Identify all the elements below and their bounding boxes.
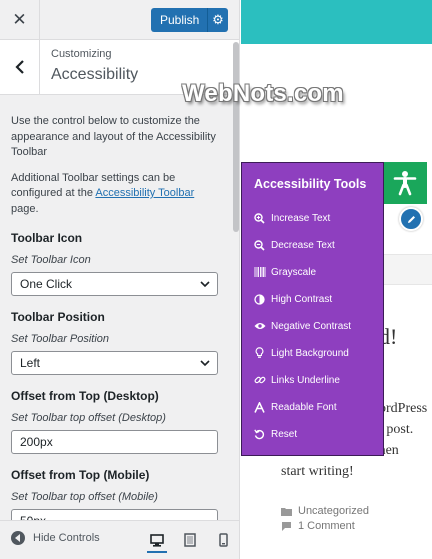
- tool-negative-contrast[interactable]: Negative Contrast: [253, 320, 351, 332]
- toolbar-icon-value: One Click: [20, 277, 73, 291]
- accessibility-tools-panel: Accessibility Tools Increase Text Decrea…: [241, 162, 384, 456]
- zoom-out-icon: [253, 239, 266, 251]
- breadcrumb: Customizing: [51, 48, 112, 60]
- sidebar-scrollbar[interactable]: [231, 40, 239, 518]
- offset-mobile-title: Offset from Top (Mobile): [11, 468, 150, 482]
- pencil-icon: [407, 215, 415, 223]
- controls-panel: Use the control below to customize the a…: [11, 114, 223, 533]
- accessibility-tools-title: Accessibility Tools: [254, 177, 367, 191]
- zoom-in-icon: [253, 212, 266, 224]
- link-icon: [253, 374, 266, 386]
- note-suffix: page.: [11, 202, 39, 215]
- panel-description: Use the control below to customize the a…: [11, 115, 216, 158]
- chevron-down-icon: [200, 281, 210, 288]
- reset-icon: [253, 428, 266, 440]
- comment-icon: [282, 522, 291, 531]
- tablet-preview-button[interactable]: [180, 530, 200, 550]
- post-body-line: start writing!: [281, 464, 354, 479]
- toolbar-icon-subtitle: Set Toolbar Icon: [11, 254, 91, 266]
- webnots-watermark: WebNots.com: [182, 80, 344, 107]
- accessibility-person-icon: [393, 171, 417, 196]
- accessibility-toggle-button[interactable]: [383, 162, 427, 204]
- publish-button[interactable]: Publish ⚙: [151, 8, 228, 32]
- post-comments-label: 1 Comment: [298, 520, 355, 532]
- barcode-icon: [253, 266, 266, 278]
- tool-label: Decrease Text: [271, 239, 335, 251]
- tool-label: Light Background: [271, 347, 349, 359]
- edit-shortcut-button[interactable]: [399, 207, 423, 231]
- tool-light-background[interactable]: Light Background: [253, 347, 349, 359]
- toolbar-icon-title: Toolbar Icon: [11, 231, 83, 245]
- mobile-preview-button[interactable]: [213, 530, 233, 550]
- tool-readable-font[interactable]: Readable Font: [253, 401, 337, 413]
- close-button[interactable]: ✕: [0, 0, 40, 40]
- hide-controls-button[interactable]: Hide Controls: [11, 531, 100, 545]
- chevron-down-icon: [200, 360, 210, 367]
- tool-grayscale[interactable]: Grayscale: [253, 266, 316, 278]
- offset-desktop-input[interactable]: 200px: [11, 430, 218, 454]
- toolbar-position-select[interactable]: Left: [11, 351, 218, 375]
- post-body-line: t post.: [379, 422, 414, 437]
- tool-high-contrast[interactable]: High Contrast: [253, 293, 332, 305]
- offset-desktop-subtitle: Set Toolbar top offset (Desktop): [11, 412, 166, 424]
- tool-label: Reset: [271, 428, 298, 440]
- close-icon: ✕: [12, 10, 27, 29]
- hide-controls-label: Hide Controls: [33, 532, 100, 544]
- post-category-label: Uncategorized: [298, 505, 369, 517]
- scroll-thumb[interactable]: [233, 42, 239, 232]
- tool-label: Grayscale: [271, 266, 317, 278]
- section-title: Accessibility: [51, 66, 139, 83]
- panel-settings-note: Additional Toolbar settings can be confi…: [11, 171, 223, 218]
- post-category[interactable]: Uncategorized: [281, 505, 369, 517]
- lightbulb-icon: [253, 347, 266, 359]
- customizer-header: ✕ Publish ⚙: [0, 0, 239, 40]
- mobile-icon: [218, 533, 228, 547]
- chevron-left-icon: [14, 60, 24, 74]
- toolbar-position-value: Left: [20, 356, 41, 370]
- tool-label: Readable Font: [271, 401, 337, 413]
- accessibility-toolbar-link[interactable]: Accessibility Toolbar: [95, 187, 194, 199]
- post-comments[interactable]: 1 Comment: [281, 520, 355, 532]
- tool-links-underline[interactable]: Links Underline: [253, 374, 340, 386]
- collapse-arrow-icon: [11, 531, 25, 545]
- tool-label: Links Underline: [271, 374, 340, 386]
- desktop-icon: [150, 533, 164, 547]
- toolbar-icon-select[interactable]: One Click: [11, 272, 218, 296]
- gear-icon[interactable]: ⚙: [208, 12, 228, 28]
- toolbar-position-title: Toolbar Position: [11, 310, 105, 324]
- post-body-line: ordPress: [379, 401, 428, 416]
- publish-label: Publish: [160, 13, 200, 27]
- tablet-icon: [184, 533, 196, 547]
- tool-reset[interactable]: Reset: [253, 428, 297, 440]
- folder-icon: [281, 507, 292, 516]
- back-button[interactable]: [0, 40, 40, 94]
- tool-label: High Contrast: [271, 293, 333, 305]
- tool-label: Increase Text: [271, 212, 331, 224]
- eye-icon: [253, 320, 266, 332]
- preview-header-banner: [241, 0, 432, 44]
- offset-mobile-subtitle: Set Toolbar top offset (Mobile): [11, 491, 158, 503]
- offset-desktop-title: Offset from Top (Desktop): [11, 389, 159, 403]
- toolbar-position-subtitle: Set Toolbar Position: [11, 333, 110, 345]
- contrast-icon: [253, 293, 266, 305]
- tool-decrease-text[interactable]: Decrease Text: [253, 239, 335, 251]
- customizer-footer: Hide Controls: [0, 520, 239, 559]
- desktop-preview-button[interactable]: [147, 529, 167, 553]
- tool-label: Negative Contrast: [271, 320, 352, 332]
- tool-increase-text[interactable]: Increase Text: [253, 212, 330, 224]
- font-icon: [253, 401, 266, 413]
